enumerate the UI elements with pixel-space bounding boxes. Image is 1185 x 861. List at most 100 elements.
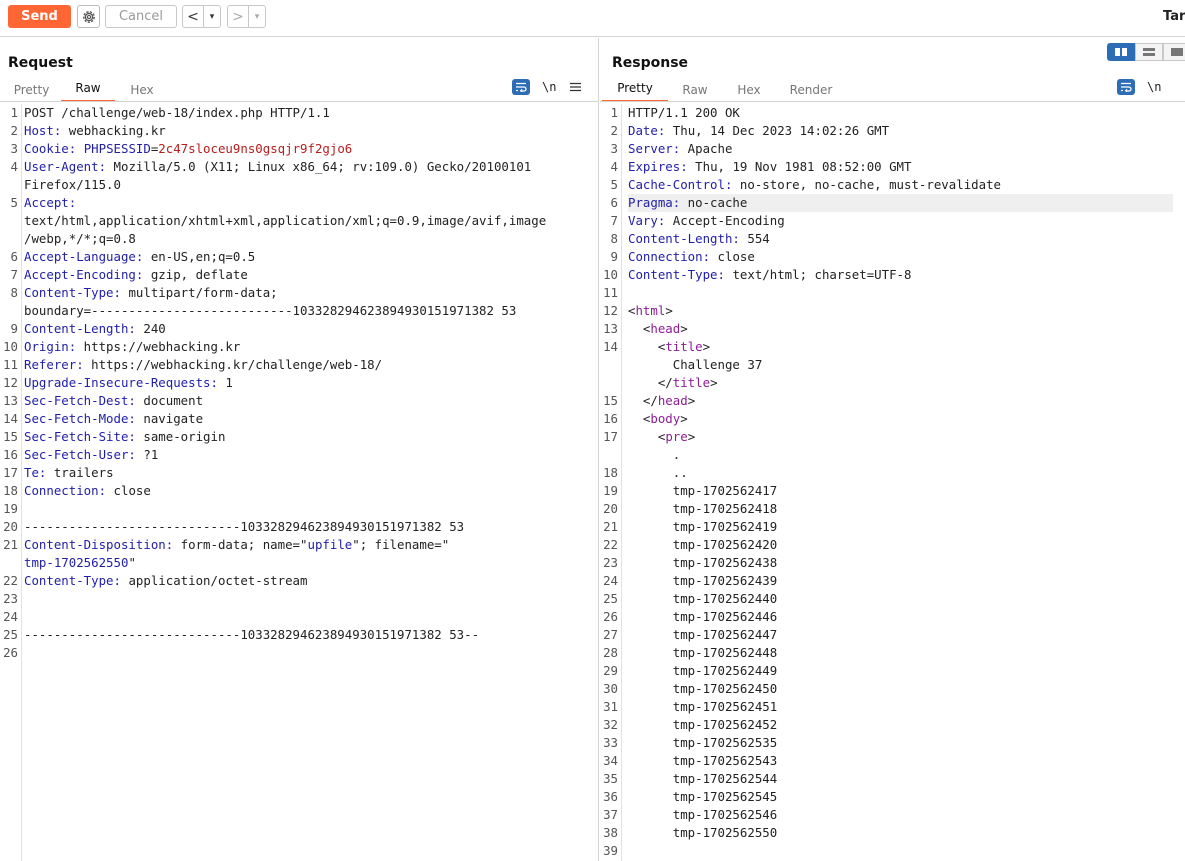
code-token: > [680,321,688,336]
code-token: Host: [24,123,62,138]
forward-button[interactable]: > [228,9,248,25]
code-token: Server: [628,141,681,156]
line-number: 19 [603,483,618,498]
line-number: 9 [10,321,18,336]
back-button[interactable]: < [183,9,203,25]
code-line: 4 Expires: Thu, 19 Nov 1981 08:52:00 GMT [600,158,1185,176]
line-number: 6 [610,195,618,210]
code-token: < [628,429,666,444]
layout-stacked-button[interactable] [1135,43,1163,61]
code-text: <body> [628,410,1173,428]
cancel-button[interactable]: Cancel [105,5,177,28]
line-number: 37 [603,807,618,822]
code-text: Content-Disposition: form-data; name="up… [24,536,586,554]
line-number: 27 [603,627,618,642]
line-number: 22 [3,573,18,588]
code-token: Upgrade-Insecure-Requests: [24,375,218,390]
code-token: Connection: [24,483,107,498]
code-line: 6 Accept-Language: en-US,en;q=0.5 [0,248,598,266]
code-line: 17 <pre> [600,428,1185,446]
layout-side-by-side-button[interactable] [1107,43,1135,61]
code-line: 8 Content-Type: multipart/form-data; [0,284,598,302]
settings-button[interactable] [77,5,100,28]
tab-pretty[interactable]: Pretty [2,78,61,102]
code-token: tmp-1702562448 [628,645,778,660]
request-editor[interactable]: 1 POST /challenge/web-18/index.php HTTP/1… [0,104,598,861]
tab-pretty[interactable]: Pretty [602,78,668,102]
gear-icon [81,9,97,25]
code-token: en-US,en;q=0.5 [143,249,256,264]
response-editor[interactable]: 1 HTTP/1.1 200 OK 2 Date: Thu, 14 Dec 2023 … [600,104,1185,861]
tab-render[interactable]: Render [776,78,846,102]
code-line: 8 Content-Length: 554 [600,230,1185,248]
line-number: 18 [3,483,18,498]
show-newlines-icon[interactable]: \n [542,80,556,94]
forward-history-dropdown[interactable]: ▾ [248,6,265,27]
line-number: 32 [603,717,618,732]
code-line: 14 Sec-Fetch-Mode: navigate [0,410,598,428]
line-number: 21 [603,519,618,534]
line-number: 9 [610,249,618,264]
code-text: Te: trailers [24,464,586,482]
line-number: 17 [3,465,18,480]
show-newlines-icon[interactable]: \n [1147,80,1161,94]
code-token: gzip, deflate [143,267,248,282]
tab-raw[interactable]: Raw [61,78,115,102]
code-token: Date: [628,123,666,138]
code-line: 20 tmp-1702562418 [600,500,1185,518]
code-text: Firefox/115.0 [24,176,586,194]
code-line: 2 Host: webhacking.kr [0,122,598,140]
response-editor-tools: \n [1117,79,1161,95]
code-text: Upgrade-Insecure-Requests: 1 [24,374,586,392]
line-number: 29 [603,663,618,678]
tab-hex[interactable]: Hex [722,78,776,102]
tab-hex[interactable]: Hex [115,78,169,102]
code-line: 38 tmp-1702562550 [600,824,1185,842]
code-token: ?1 [135,447,159,462]
code-text: Date: Thu, 14 Dec 2023 14:02:26 GMT [628,122,1173,140]
code-line: 16 <body> [600,410,1185,428]
line-number: 6 [10,249,18,264]
code-token: https://webhacking.kr/challenge/web-18/ [83,357,383,372]
layout-tabs-button[interactable] [1163,43,1185,61]
code-line: 24 [0,608,598,626]
code-text: Content-Type: multipart/form-data; [24,284,586,302]
code-text: User-Agent: Mozilla/5.0 (X11; Linux x86_… [24,158,586,176]
code-line: . [600,446,1185,464]
line-number: 5 [610,177,618,192]
line-number: 7 [10,267,18,282]
line-number: 38 [603,825,618,840]
code-line: 17 Te: trailers [0,464,598,482]
request-tabs: Pretty Raw Hex [2,78,169,102]
tab-raw[interactable]: Raw [668,78,722,102]
code-token: Sec-Fetch-Mode: [24,411,136,426]
code-text: tmp-1702562446 [628,608,1173,626]
send-button[interactable]: Send [8,5,71,28]
code-token: . [628,447,681,462]
word-wrap-icon[interactable] [1117,79,1135,95]
code-line: boundary=---------------------------1033… [0,302,598,320]
code-token: body [650,411,681,426]
target-label[interactable]: Targ [1163,9,1185,24]
code-token: tmp-1702562420 [628,537,778,552]
line-number: 2 [10,123,18,138]
code-line: 18 .. [600,464,1185,482]
menu-icon[interactable] [570,82,582,92]
code-line: 12 <html> [600,302,1185,320]
code-token: User-Agent: [24,159,107,174]
word-wrap-icon[interactable] [512,79,530,95]
line-number: 15 [3,429,18,444]
code-text: Cache-Control: no-store, no-cache, must-… [628,176,1173,194]
code-token: Cache-Control: [628,177,733,192]
code-token: Accept-Encoding: [24,267,144,282]
code-text: Connection: close [24,482,586,500]
code-token: Thu, 19 Nov 1981 08:52:00 GMT [687,159,912,174]
code-line: 3 Server: Apache [600,140,1185,158]
code-token: PHPSESSID [83,141,151,156]
back-history-dropdown[interactable]: ▾ [203,6,220,27]
code-token: Content-Length: [24,321,136,336]
line-number: 17 [603,429,618,444]
request-editor-tools: \n [512,79,582,95]
code-token: Accept-Encoding [665,213,785,228]
code-text: tmp-1702562417 [628,482,1173,500]
